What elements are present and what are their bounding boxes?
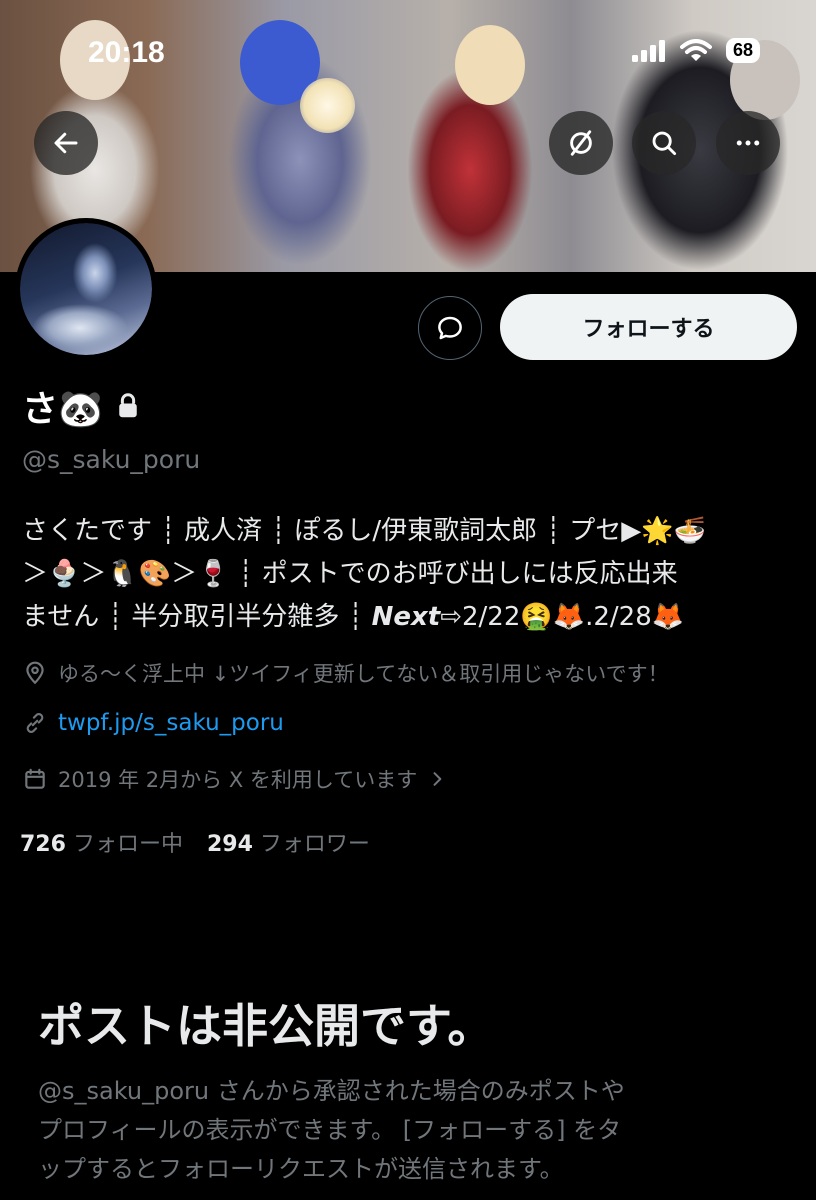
followers-link[interactable]: 294 フォロワー xyxy=(207,826,370,858)
search-button[interactable] xyxy=(632,111,696,175)
bio-text: ません ┊ 半分取引半分雑多 ┊ xyxy=(22,602,372,632)
followers-count: 294 xyxy=(206,832,253,857)
profile-joined[interactable]: 2019 年 2月から X を利用しています xyxy=(22,764,447,794)
avatar[interactable] xyxy=(15,218,157,360)
bio-line: ＞🍨＞🐧🎨＞🍷 ┊ ポストでのお呼び出しには反応出来 xyxy=(22,559,678,589)
profile-name-row: さ🐼 xyxy=(22,380,143,432)
status-icons: 68 xyxy=(631,38,760,63)
profile-bio: さくたです ┊ 成人済 ┊ ぽるし/伊東歌詞太郎 ┊ プセ▶🌟🍜 ＞🍨＞🐧🎨＞🍷… xyxy=(22,510,804,639)
user-handle: @s_saku_poru xyxy=(22,445,201,474)
message-bubble-icon xyxy=(438,316,462,340)
wifi-icon xyxy=(679,38,712,61)
chevron-right-icon xyxy=(433,772,442,786)
bio-next-text: Next xyxy=(371,602,441,632)
location-text: ゆる〜く浮上中 ↓ツイフィ更新してない＆取引用じゃないです！ xyxy=(58,662,669,686)
cellular-signal-icon xyxy=(631,39,665,62)
grok-button[interactable] xyxy=(549,111,613,175)
banner-figure xyxy=(455,25,525,105)
avatar-image xyxy=(20,223,152,355)
lock-icon xyxy=(119,393,137,418)
private-notice-line: @s_saku_poru さんから承認された場合のみポストや xyxy=(38,1077,625,1105)
private-notice-line: ップするとフォローリクエストが送信されます。 xyxy=(38,1155,564,1183)
link-icon xyxy=(26,713,44,733)
banner-figure xyxy=(300,78,355,133)
private-notice-text: @s_saku_poru さんから承認された場合のみポストや プロフィールの表示… xyxy=(38,1072,798,1189)
display-name: さ🐼 xyxy=(22,389,103,430)
website-link[interactable]: twpf.jp/s_saku_poru xyxy=(58,710,284,736)
following-label: フォロー中 xyxy=(72,832,183,857)
profile-website[interactable]: twpf.jp/s_saku_poru xyxy=(22,710,284,736)
arrow-left-icon xyxy=(54,132,78,154)
more-button[interactable] xyxy=(716,111,780,175)
follow-counts: 726 フォロー中 294 フォロワー xyxy=(20,826,370,858)
message-button[interactable] xyxy=(418,296,482,360)
search-icon xyxy=(652,131,677,156)
following-link[interactable]: 726 フォロー中 xyxy=(20,826,183,858)
private-notice-line: プロフィールの表示ができます。 [フォローする] をタ xyxy=(38,1116,622,1144)
more-horizontal-icon xyxy=(736,140,760,146)
back-button[interactable] xyxy=(34,111,98,175)
profile-location: ゆる〜く浮上中 ↓ツイフィ更新してない＆取引用じゃないです！ xyxy=(22,658,669,688)
followers-label: フォロワー xyxy=(259,832,370,857)
calendar-icon xyxy=(25,768,45,789)
location-pin-icon xyxy=(26,661,44,685)
slashed-circle-icon xyxy=(570,130,592,156)
battery-indicator: 68 xyxy=(725,38,760,63)
status-time: 20:18 xyxy=(88,36,165,69)
joined-text: 2019 年 2月から X を利用しています xyxy=(58,768,418,792)
bio-line: さくたです ┊ 成人済 ┊ ぽるし/伊東歌詞太郎 ┊ プセ▶🌟🍜 xyxy=(22,516,707,546)
private-notice-title: ポストは非公開です。 xyxy=(38,999,494,1053)
follow-button[interactable]: フォローする xyxy=(500,294,797,360)
following-count: 726 xyxy=(20,832,66,857)
bio-line: ません ┊ 半分取引半分雑多 ┊ Next⇨2/22🤮🦊.2/28🦊 xyxy=(22,596,804,639)
bio-text: ⇨2/22🤮🦊.2/28🦊 xyxy=(440,602,685,632)
